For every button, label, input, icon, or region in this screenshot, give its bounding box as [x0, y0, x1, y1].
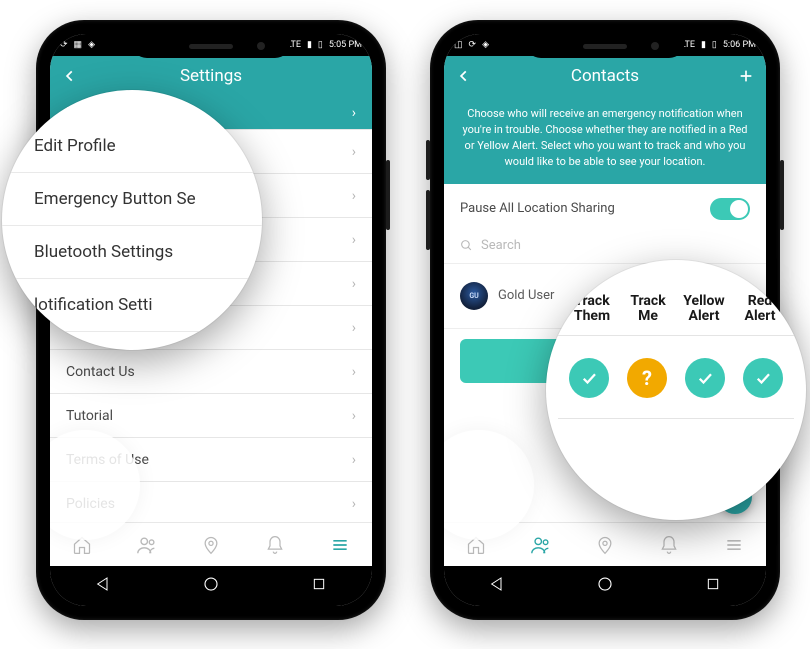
- magnifier-settings: Edit Profile Emergency Button Se Bluetoo…: [2, 90, 262, 350]
- check-icon: [743, 358, 783, 398]
- tab-contacts[interactable]: [114, 534, 178, 556]
- battery-icon: ▯: [318, 40, 323, 50]
- nav-back[interactable]: [489, 576, 505, 596]
- chevron-right-icon: ›: [352, 105, 356, 121]
- question-icon: ?: [627, 358, 667, 398]
- nav-home[interactable]: [596, 575, 614, 597]
- col-header: Yellow Alert: [679, 294, 729, 325]
- contact-name: Gold User: [498, 288, 554, 303]
- status-icon: ◈: [482, 40, 489, 50]
- check-icon: [569, 358, 609, 398]
- search-icon: [460, 239, 473, 252]
- notch: [131, 34, 291, 58]
- search-row[interactable]: Search: [444, 234, 766, 264]
- info-banner: Choose who will receive an emergency not…: [444, 96, 766, 184]
- search-placeholder: Search: [481, 238, 521, 253]
- battery-icon: ▯: [712, 40, 717, 50]
- notch: [525, 34, 685, 58]
- chevron-right-icon: ›: [352, 364, 356, 380]
- tab-alerts[interactable]: [243, 535, 307, 555]
- status-icon: ⟳: [469, 40, 477, 50]
- settings-label: Contact Us: [66, 364, 135, 380]
- check-icon: [685, 358, 725, 398]
- tab-menu[interactable]: [308, 535, 372, 555]
- zoom-row: Emergency Button Se: [2, 173, 262, 226]
- signal-icon: ▮: [701, 40, 706, 50]
- pause-label: Pause All Location Sharing: [460, 201, 615, 216]
- chevron-right-icon: ›: [352, 144, 356, 160]
- chevron-right-icon: ›: [352, 408, 356, 424]
- header-contacts: Contacts: [444, 56, 766, 96]
- tab-menu[interactable]: [702, 535, 766, 555]
- tab-contacts[interactable]: [508, 534, 572, 556]
- android-nav: [444, 566, 766, 606]
- chevron-right-icon: ›: [352, 496, 356, 512]
- zoom-row: Edit Profile: [2, 120, 262, 173]
- tab-location[interactable]: [573, 535, 637, 555]
- avatar: GU: [460, 282, 488, 310]
- status-icon: ▦: [74, 40, 83, 50]
- chevron-right-icon: ›: [352, 276, 356, 292]
- android-nav: [50, 566, 372, 606]
- clock: 5:05 PM: [329, 40, 362, 50]
- nav-recent[interactable]: [705, 576, 721, 596]
- nav-back[interactable]: [95, 576, 111, 596]
- header-title: Contacts: [571, 66, 639, 86]
- chevron-right-icon: ›: [352, 188, 356, 204]
- magnifier-contacts: Track Them Track Me Yellow Alert Red Ale…: [546, 260, 806, 520]
- chevron-right-icon: ›: [352, 320, 356, 336]
- add-contact-button[interactable]: [726, 56, 766, 96]
- status-icon: ⟳: [60, 40, 68, 50]
- header-settings: Settings: [50, 56, 372, 96]
- pause-toggle[interactable]: [710, 198, 750, 220]
- back-button[interactable]: [50, 56, 90, 96]
- chevron-right-icon: ›: [352, 452, 356, 468]
- back-button[interactable]: [444, 56, 484, 96]
- settings-row[interactable]: Contact Us ›: [50, 350, 372, 394]
- settings-label: Tutorial: [66, 408, 113, 424]
- pause-sharing-row: Pause All Location Sharing: [444, 184, 766, 234]
- col-header: Track Me: [623, 294, 673, 325]
- nav-home[interactable]: [202, 575, 220, 597]
- status-icon: ◫: [454, 40, 463, 50]
- signal-icon: ▮: [307, 40, 312, 50]
- tab-alerts[interactable]: [637, 535, 701, 555]
- chevron-right-icon: ›: [352, 232, 356, 248]
- status-icon: ◈: [88, 40, 95, 50]
- zoom-row: Bluetooth Settings: [2, 226, 262, 279]
- clock: 5:06 PM: [723, 40, 756, 50]
- nav-recent[interactable]: [311, 576, 327, 596]
- header-title: Settings: [180, 66, 242, 86]
- zoom-state-icons: ?: [546, 358, 806, 398]
- tab-location[interactable]: [179, 535, 243, 555]
